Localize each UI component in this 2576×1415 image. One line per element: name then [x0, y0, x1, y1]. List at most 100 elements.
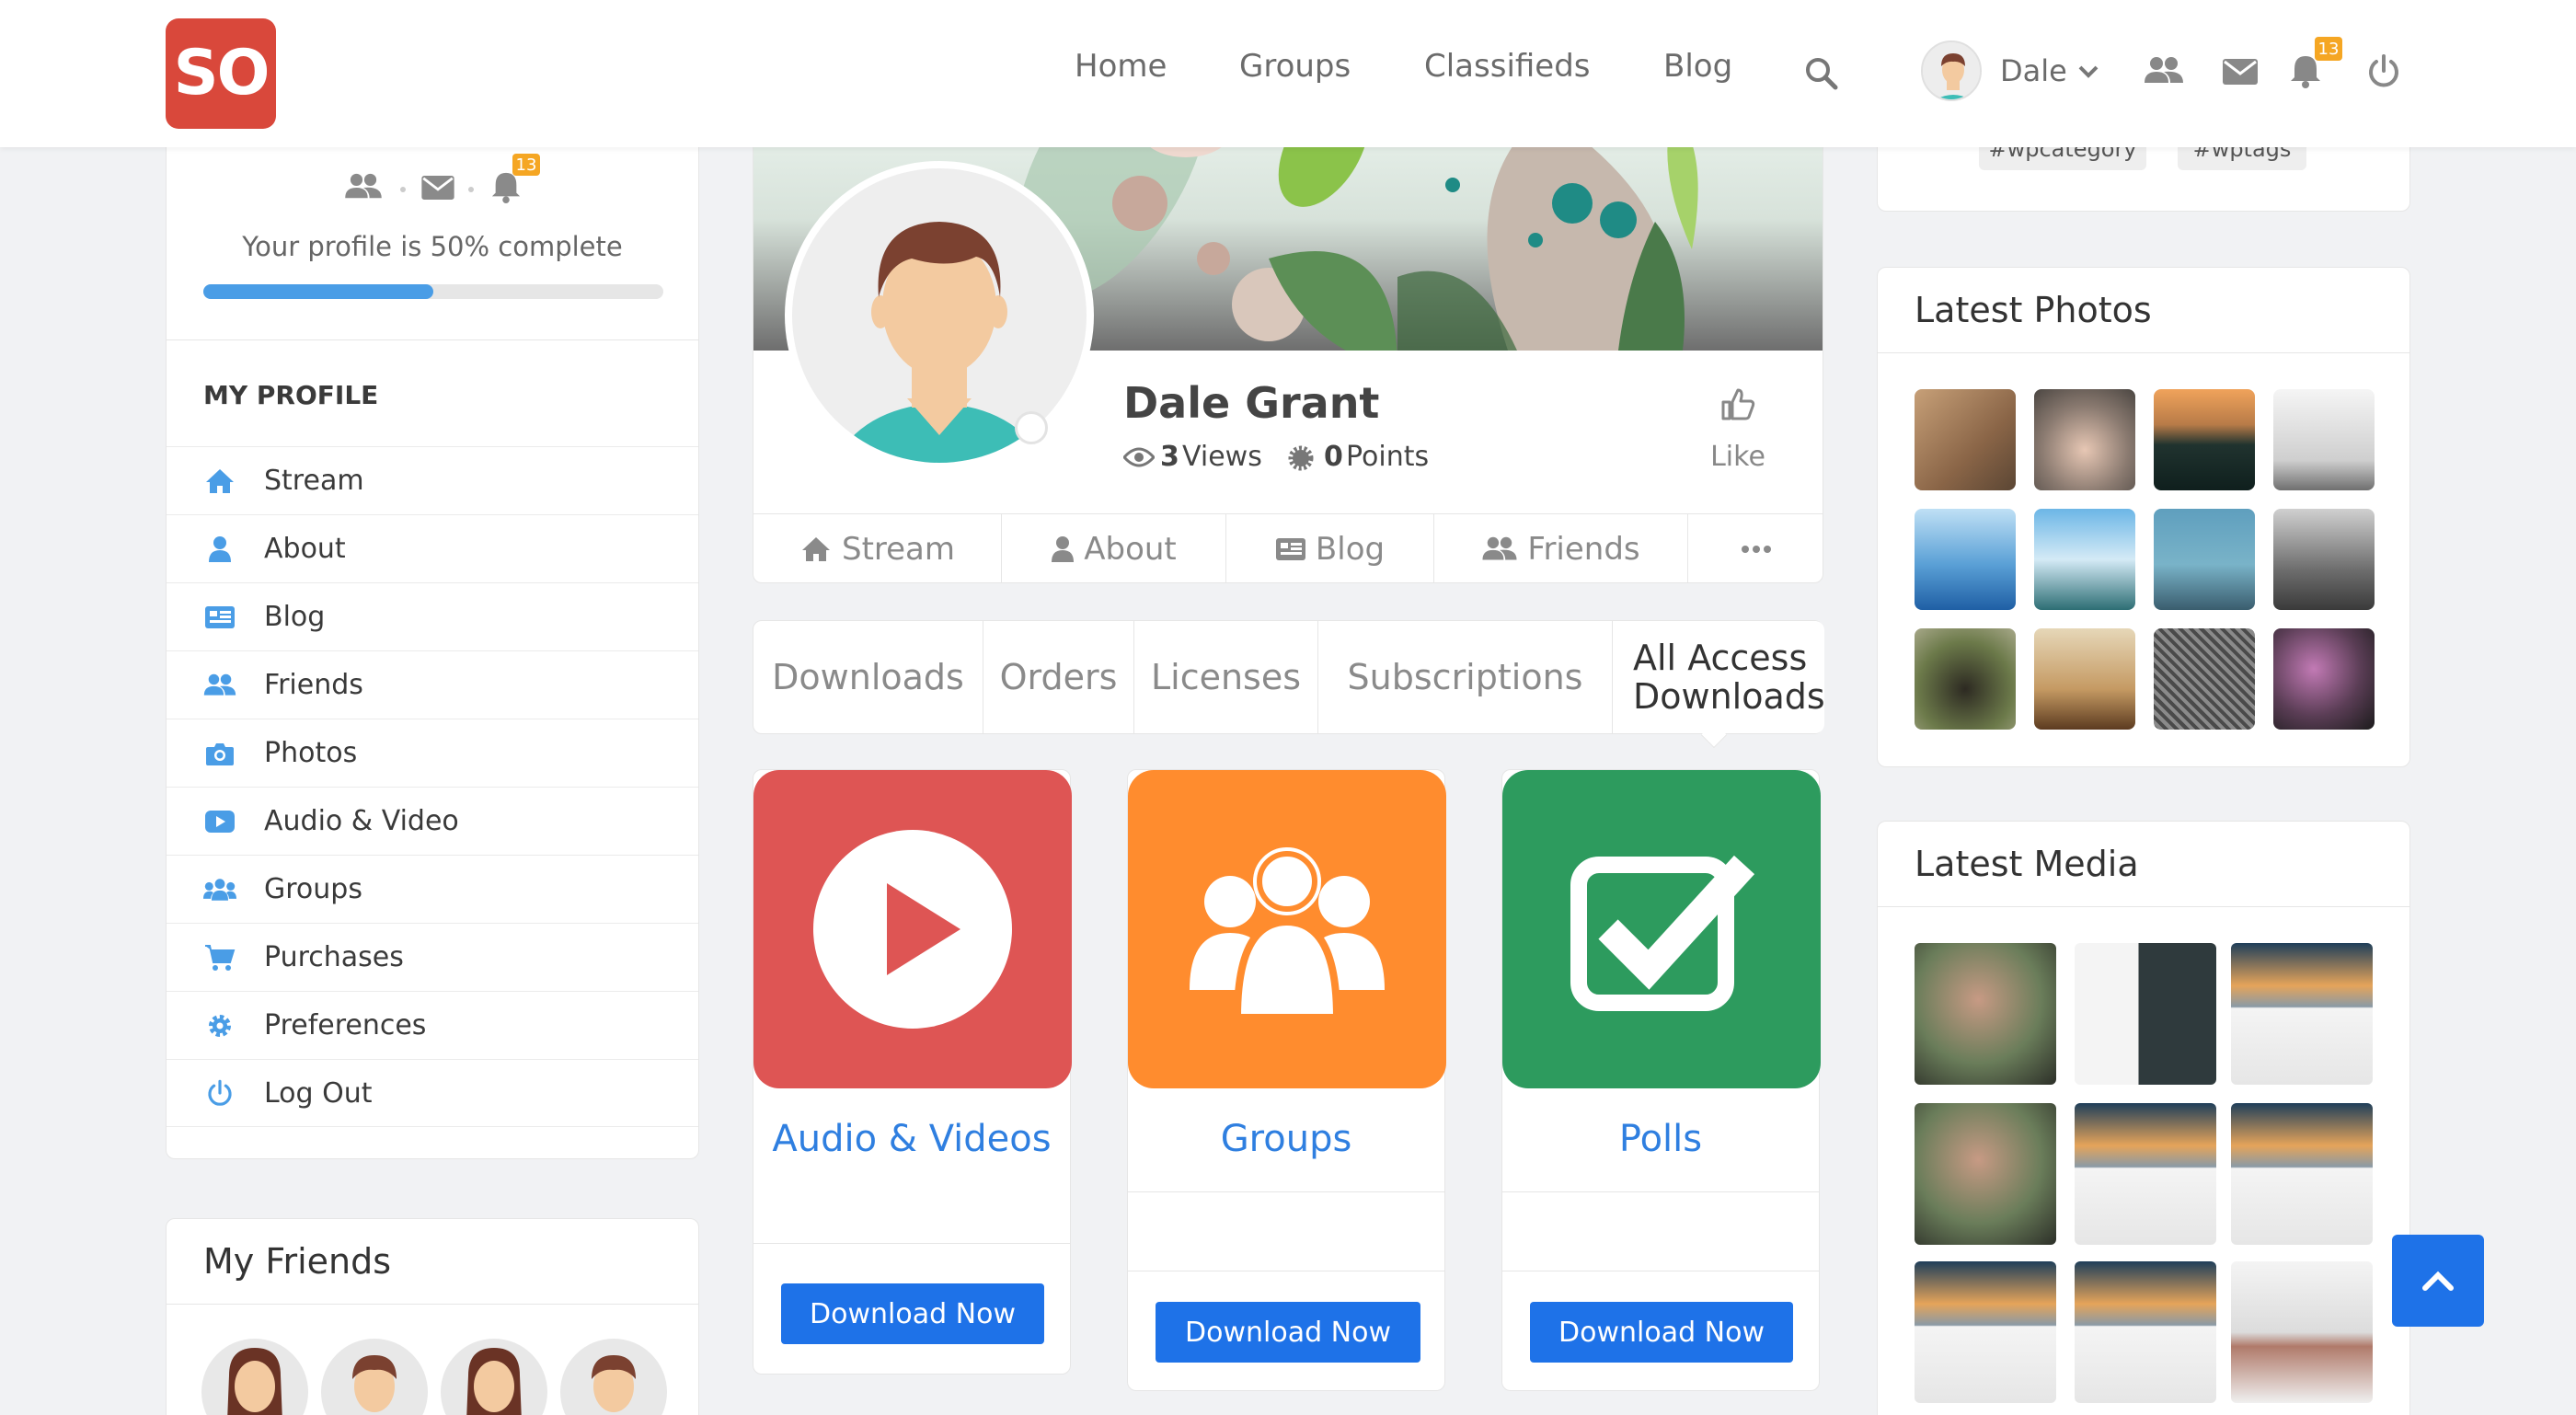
friends-icon: [203, 669, 236, 702]
photo-thumbnail[interactable]: [2034, 509, 2135, 610]
product-title[interactable]: Polls: [1502, 1114, 1819, 1164]
tab-all-access-downloads[interactable]: All Access Downloads: [1613, 621, 1825, 733]
nav-groups[interactable]: Groups: [1239, 48, 1351, 85]
divider: [753, 1243, 1070, 1244]
product-tile[interactable]: [1128, 770, 1446, 1088]
like-label[interactable]: Like: [1692, 441, 1784, 473]
sidebar-item-blog[interactable]: Blog: [167, 582, 698, 650]
profile-progress-track: [203, 284, 663, 299]
nav-classifieds[interactable]: Classifieds: [1424, 48, 1591, 85]
friend-avatar[interactable]: [201, 1339, 308, 1415]
tab-about[interactable]: About: [1002, 514, 1226, 582]
sidebar-item-logout[interactable]: Log Out: [167, 1059, 698, 1127]
photo-thumbnail[interactable]: [2034, 389, 2135, 490]
photo-thumbnail[interactable]: [2273, 509, 2375, 610]
product-title[interactable]: Groups: [1128, 1114, 1444, 1164]
notification-badge: 13: [2315, 37, 2342, 61]
download-now-button[interactable]: Download Now: [781, 1283, 1044, 1344]
chevron-up-icon: [2422, 1271, 2454, 1291]
photo-thumbnail[interactable]: [1915, 509, 2016, 610]
sidebar-profile-card: 13 Your profile is 50% complete MY PROFI…: [166, 110, 699, 1159]
user-icon: [203, 533, 236, 566]
media-thumbnail[interactable]: [2231, 943, 2373, 1085]
photo-thumbnail[interactable]: [2154, 389, 2255, 490]
envelope-icon[interactable]: [421, 176, 454, 200]
friends-icon[interactable]: [343, 172, 384, 201]
eye-icon: [1121, 446, 1156, 468]
points-count: 0: [1324, 441, 1343, 473]
tab-subscriptions[interactable]: Subscriptions: [1318, 621, 1613, 733]
more-options-icon[interactable]: [1688, 514, 1823, 582]
media-thumbnail[interactable]: [2231, 1261, 2373, 1403]
profile-name: Dale Grant: [1123, 378, 1380, 428]
profile-completion-text: Your profile is 50% complete: [242, 231, 623, 262]
media-thumbnail[interactable]: [2231, 1103, 2373, 1245]
cart-icon: [203, 941, 236, 974]
my-friends-card: My Friends: [166, 1218, 699, 1415]
home-icon: [203, 465, 236, 498]
sidebar-item-stream[interactable]: Stream: [167, 446, 698, 514]
site-logo[interactable]: so: [166, 18, 276, 129]
power-icon[interactable]: [2366, 53, 2401, 88]
envelope-icon[interactable]: [2223, 59, 2258, 85]
sidebar-item-label: Stream: [264, 465, 364, 497]
sidebar-item-audio-video[interactable]: Audio & Video: [167, 787, 698, 855]
divider: [1502, 1191, 1819, 1192]
latest-media-title: Latest Media: [1915, 844, 2139, 884]
friend-avatar[interactable]: [441, 1339, 547, 1415]
nav-home[interactable]: Home: [1075, 48, 1167, 85]
product-tile[interactable]: [1502, 770, 1821, 1088]
tab-licenses[interactable]: Licenses: [1134, 621, 1318, 733]
download-now-button[interactable]: Download Now: [1156, 1302, 1420, 1363]
sidebar-item-groups[interactable]: Groups: [167, 855, 698, 923]
chevron-down-icon[interactable]: [2077, 63, 2099, 81]
scroll-to-top-button[interactable]: [2392, 1235, 2484, 1327]
sidebar-item-purchases[interactable]: Purchases: [167, 923, 698, 991]
photo-thumbnail[interactable]: [2034, 628, 2135, 730]
tab-blog[interactable]: Blog: [1226, 514, 1434, 582]
nav-blog[interactable]: Blog: [1663, 48, 1732, 85]
user-icon: [1052, 536, 1075, 562]
sidebar-item-label: Groups: [264, 873, 362, 905]
sidebar-item-label: Audio & Video: [264, 805, 459, 837]
sidebar-item-about[interactable]: About: [167, 514, 698, 582]
thumbs-up-icon[interactable]: [1719, 385, 1756, 422]
friend-avatar[interactable]: [321, 1339, 428, 1415]
product-title[interactable]: Audio & Videos: [753, 1114, 1070, 1164]
photo-thumbnail[interactable]: [1915, 389, 2016, 490]
photo-thumbnail[interactable]: [2273, 389, 2375, 490]
play-icon: [813, 830, 1012, 1029]
sidebar-item-friends[interactable]: Friends: [167, 650, 698, 719]
sidebar-item-label: Photos: [264, 737, 358, 769]
sidebar-item-preferences[interactable]: Preferences: [167, 991, 698, 1059]
groups-icon: [203, 873, 236, 906]
user-avatar[interactable]: [1921, 40, 1982, 101]
home-icon: [801, 537, 830, 561]
points-icon: [1287, 444, 1315, 472]
tab-label: Blog: [1315, 531, 1386, 568]
divider: [1128, 1191, 1444, 1192]
tab-stream[interactable]: Stream: [753, 514, 1002, 582]
photo-thumbnail[interactable]: [2154, 628, 2255, 730]
photo-thumbnail[interactable]: [1915, 628, 2016, 730]
friend-avatar[interactable]: [560, 1339, 667, 1415]
tab-label: Friends: [1527, 531, 1640, 568]
download-now-button[interactable]: Download Now: [1530, 1302, 1793, 1363]
search-icon[interactable]: [1803, 55, 1840, 92]
tab-downloads[interactable]: Downloads: [753, 621, 983, 733]
friends-icon[interactable]: [2144, 55, 2184, 86]
tab-friends[interactable]: Friends: [1434, 514, 1688, 582]
media-thumbnail[interactable]: [1915, 1261, 2056, 1403]
photo-thumbnail[interactable]: [2273, 628, 2375, 730]
tab-orders[interactable]: Orders: [983, 621, 1134, 733]
media-thumbnail[interactable]: [2075, 1103, 2216, 1245]
media-thumbnail[interactable]: [2075, 943, 2216, 1085]
product-tile[interactable]: [753, 770, 1072, 1088]
tab-label: About: [1084, 531, 1177, 568]
media-thumbnail[interactable]: [1915, 1103, 2056, 1245]
sidebar-item-photos[interactable]: Photos: [167, 719, 698, 787]
photo-thumbnail[interactable]: [2154, 509, 2255, 610]
media-thumbnail[interactable]: [2075, 1261, 2216, 1403]
user-name[interactable]: Dale: [2000, 53, 2067, 88]
media-thumbnail[interactable]: [1915, 943, 2056, 1085]
